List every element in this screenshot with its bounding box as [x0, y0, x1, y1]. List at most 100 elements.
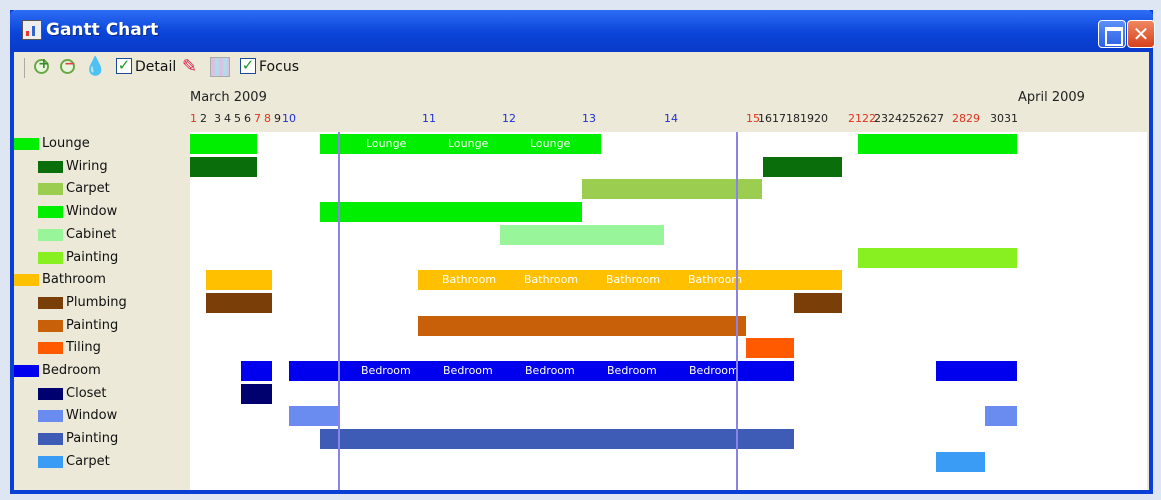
day-label: 10	[282, 112, 296, 125]
zoom-out-icon[interactable]	[58, 56, 78, 77]
legend-swatch	[38, 342, 63, 355]
focus-label[interactable]: Focus	[259, 59, 299, 75]
day-label: 2829	[952, 112, 980, 125]
focus-line[interactable]	[736, 132, 738, 490]
task-bar-label: Lounge	[694, 137, 735, 150]
task-bar[interactable]	[985, 406, 1017, 427]
legend-item: Painting	[14, 249, 184, 267]
task-bar-label: Bedroom	[525, 364, 575, 377]
legend-label: Tiling	[66, 340, 101, 356]
legend-item: Wiring	[14, 158, 184, 176]
legend-swatch	[38, 251, 63, 264]
task-bar[interactable]	[289, 406, 338, 427]
legend-label: Painting	[66, 431, 119, 447]
legend-label: Window	[66, 408, 118, 424]
task-bar[interactable]	[320, 202, 582, 223]
task-bar[interactable]	[190, 156, 257, 177]
task-bar-label: Bedroom	[689, 364, 739, 377]
task-bar[interactable]	[320, 429, 794, 450]
maximize-button[interactable]	[1098, 20, 1126, 48]
legend-item: Closet	[14, 385, 184, 403]
task-bar-label: Bathroom	[442, 273, 497, 287]
legend-item: Carpet	[14, 453, 184, 471]
legend-item: Painting	[14, 317, 184, 335]
legend-item: Window	[14, 203, 184, 221]
day-label: 11	[422, 112, 436, 125]
task-bar[interactable]	[746, 338, 794, 359]
legend-item: Cabinet	[14, 226, 184, 244]
toolbar: 💧 ✓ Detail ✎ ✓ Focus	[10, 52, 1151, 82]
task-bar[interactable]	[241, 383, 272, 404]
task-bar[interactable]	[936, 361, 1017, 381]
focus-line[interactable]	[338, 132, 340, 490]
task-bar[interactable]	[858, 247, 1017, 268]
task-bar-label: Bedroom	[361, 364, 411, 377]
legend-label: Window	[66, 204, 118, 220]
task-bar[interactable]	[936, 451, 985, 472]
task-bar-label: Lounge	[612, 137, 653, 150]
legend-swatch	[38, 433, 63, 446]
legend-label: Painting	[66, 317, 119, 333]
eraser-icon[interactable]: ✎	[182, 57, 202, 77]
title-bar[interactable]: Gantt Chart ✕	[10, 10, 1155, 52]
task-bar[interactable]	[241, 361, 272, 381]
legend-item: Tiling	[14, 339, 184, 357]
legend-swatch	[38, 319, 63, 332]
timeline-header: March 2009 April 2009 1 2 3 4 5 6 7 8 9 10 11 12 13 1…	[190, 84, 1147, 132]
task-bar[interactable]	[794, 292, 842, 313]
legend-label: Carpet	[66, 181, 110, 197]
day-label: 12	[502, 112, 516, 125]
legend-item: Plumbing	[14, 294, 184, 312]
detail-checkbox[interactable]: ✓	[116, 58, 132, 74]
grid-icon[interactable]	[210, 57, 230, 77]
zoom-in-icon[interactable]	[32, 56, 52, 77]
day-label: 4	[224, 112, 231, 125]
legend-swatch	[38, 160, 63, 173]
legend-swatch	[14, 274, 39, 287]
task-bar[interactable]	[500, 224, 664, 245]
close-button[interactable]: ✕	[1127, 20, 1155, 48]
task-bar[interactable]	[582, 179, 762, 200]
legend-label: Bathroom	[42, 272, 106, 288]
task-bar[interactable]	[206, 292, 272, 313]
task-bar[interactable]	[858, 134, 1017, 154]
day-label: 2122	[848, 112, 876, 125]
day-label: 7	[254, 112, 261, 125]
day-label: 3	[214, 112, 221, 125]
month-label-left: March 2009	[190, 90, 267, 105]
task-bar-label: Lounge	[366, 137, 407, 150]
legend-item: Carpet	[14, 180, 184, 198]
day-label: 6	[244, 112, 251, 125]
legend-label: Plumbing	[66, 294, 127, 310]
legend-swatch	[38, 183, 63, 196]
legend-swatch	[38, 455, 63, 468]
focus-checkbox[interactable]: ✓	[240, 58, 256, 74]
task-bar[interactable]	[206, 270, 272, 291]
day-label: 1617181920	[758, 112, 828, 125]
day-label: 2324252627	[874, 112, 944, 125]
legend-item: Lounge	[14, 135, 184, 153]
drop-icon[interactable]: 💧	[84, 57, 106, 77]
task-bar-label: Bathroom	[606, 273, 661, 287]
task-bar[interactable]	[190, 134, 257, 154]
day-label: 2	[200, 112, 207, 125]
task-bar[interactable]	[418, 315, 746, 336]
legend-swatch	[14, 365, 39, 377]
legend-label: Carpet	[66, 453, 110, 469]
day-label: 5	[234, 112, 241, 125]
month-label-right: April 2009	[1018, 90, 1085, 105]
task-bar-label: Bedroom	[443, 364, 493, 377]
legend-label: Wiring	[66, 158, 108, 174]
legend-swatch	[38, 228, 63, 241]
toolbar-grip	[24, 58, 25, 78]
detail-label[interactable]: Detail	[135, 59, 176, 75]
task-bar-label: Bathroom	[688, 273, 743, 287]
legend-item: Window	[14, 407, 184, 425]
day-label: 13	[582, 112, 596, 125]
legend-swatch	[14, 138, 39, 150]
gantt-chart-area[interactable]: Lounge Lounge Lounge Lounge Lounge Bathroom Ba…	[190, 132, 1147, 490]
legend-swatch	[38, 206, 63, 219]
task-bar[interactable]	[763, 156, 842, 177]
legend-item: Painting	[14, 430, 184, 448]
task-bar-label: Bathroom	[524, 273, 579, 287]
